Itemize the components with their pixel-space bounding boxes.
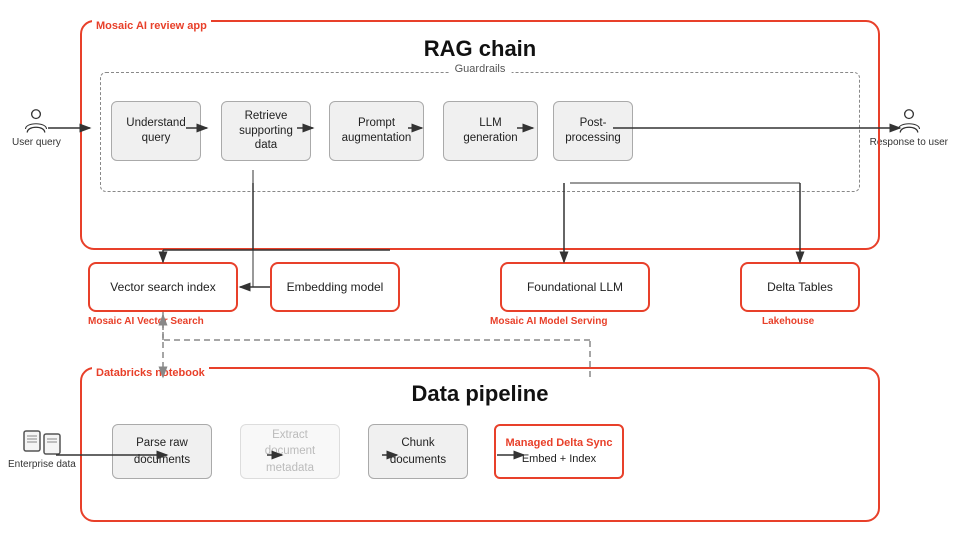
embedding-box: Embedding model [270, 262, 400, 312]
guardrails-label: Guardrails [449, 63, 512, 75]
step-post: Post-processing [553, 101, 633, 161]
delta-tables-box: Delta Tables [740, 262, 860, 312]
embedding-label: Embedding model [287, 280, 384, 294]
step-llm-label: LLMgeneration [463, 116, 517, 146]
enterprise-data-label: Enterprise data [8, 458, 76, 471]
guardrails-box: Guardrails Understandquery Retrievesuppo… [100, 72, 860, 192]
dp-managed-sub: Embed + Index [506, 452, 613, 467]
enterprise-data-icon: Enterprise data [8, 430, 76, 471]
step-prompt: Promptaugmentation [329, 101, 424, 161]
rag-title: RAG chain [82, 36, 878, 62]
dp-step-parse-label: Parse rawdocuments [134, 435, 190, 467]
delta-tables-sublabel: Lakehouse [762, 316, 814, 327]
step-prompt-label: Promptaugmentation [342, 116, 412, 146]
dp-step-chunk: Chunkdocuments [368, 424, 468, 479]
delta-tables-label: Delta Tables [767, 280, 833, 294]
step-understand-label: Understandquery [126, 116, 185, 146]
user-query-label: User query [12, 136, 61, 149]
step-understand: Understandquery [111, 101, 201, 161]
vector-search-label: Vector search index [110, 280, 215, 294]
dp-step-managed: Managed Delta Sync Embed + Index [494, 424, 624, 479]
response-user-label: Response to user [870, 136, 948, 149]
foundational-llm-box: Foundational LLM [500, 262, 650, 312]
step-llm: LLMgeneration [443, 101, 538, 161]
data-pipeline-box: Databricks notebook Data pipeline Parse … [80, 367, 880, 522]
dp-step-chunk-label: Chunkdocuments [390, 435, 446, 467]
rag-chain-box: Mosaic AI review app RAG chain Guardrail… [80, 20, 880, 250]
foundational-llm-sublabel: Mosaic AI Model Serving [490, 316, 607, 327]
vector-search-sublabel: Mosaic AI Vector Search [88, 316, 204, 327]
diagram: User query Response to user Mosaic AI re… [0, 0, 960, 540]
dp-managed-main: Managed Delta Sync [506, 436, 613, 451]
step-retrieve-label: Retrievesupportingdata [239, 109, 293, 154]
dp-notebook-label: Databricks notebook [92, 367, 209, 379]
step-retrieve: Retrievesupportingdata [221, 101, 311, 161]
response-user-icon: Response to user [870, 108, 948, 149]
dp-step-extract: Extractdocumentmetadata [240, 424, 340, 479]
dp-title: Data pipeline [82, 381, 878, 407]
rag-app-label: Mosaic AI review app [92, 20, 211, 32]
step-post-label: Post-processing [565, 116, 621, 146]
user-query-icon: User query [12, 108, 61, 149]
dp-step-parse: Parse rawdocuments [112, 424, 212, 479]
vector-search-box: Vector search index [88, 262, 238, 312]
foundational-llm-label: Foundational LLM [527, 280, 623, 294]
dp-step-extract-label: Extractdocumentmetadata [265, 427, 316, 475]
